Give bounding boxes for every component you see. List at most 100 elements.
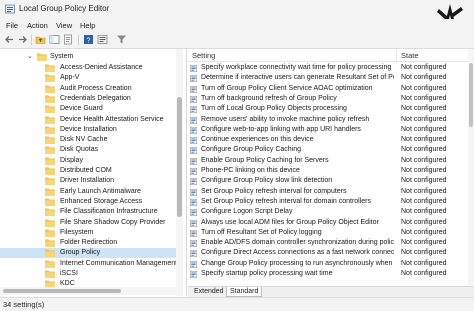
tree-item[interactable]: File Share Shadow Copy Provider [0,218,176,228]
tree-item-label: iSCSI [60,270,78,277]
filter-icon[interactable] [116,34,127,45]
menu-bar: File Action View Help [0,19,474,32]
tree-item[interactable]: Audit Process Creation [0,84,176,94]
menu-file[interactable]: File [6,21,18,30]
policy-setting-icon [190,229,197,237]
list-item[interactable]: Enable AD/DFS domain controller synchron… [188,238,468,248]
export-list-icon[interactable] [63,34,74,45]
list-item[interactable]: Set Group Policy refresh interval for co… [188,187,468,197]
tab-extended[interactable]: Extended [191,287,227,296]
tree-item[interactable]: App-V [0,73,176,83]
list-scroll-thumb[interactable] [469,63,473,127]
tree-hscroll-thumb[interactable] [3,289,121,293]
list-item[interactable]: Turn off Group Policy Client Service AOA… [188,84,468,94]
column-separator[interactable] [396,49,397,61]
tree-item-label: Audit Process Creation [60,84,132,92]
setting-name: Configure Group Policy Caching [201,146,301,154]
tree-item[interactable]: Enhanced Storage Access [0,197,176,207]
folder-icon [37,53,47,61]
list-vertical-scrollbar[interactable] [468,49,474,285]
setting-name: Specify startup policy processing wait t… [201,270,333,277]
tree-item[interactable]: Folder Redirection [0,238,176,248]
help-icon[interactable]: ? [83,34,94,45]
tree-item-label: Filesystem [60,228,94,236]
tree-item[interactable]: Early Launch Antimalware [0,187,176,197]
tab-standard[interactable]: Standard [226,287,263,297]
tree-item[interactable]: Driver Installation [0,176,176,186]
list-item[interactable]: Phone-PC linking on this device Not confi… [188,166,468,176]
policy-setting-icon [190,95,197,103]
folder-icon [45,126,55,134]
tree-item[interactable]: Distributed COM [0,166,176,176]
list-item[interactable]: Specify workplace connectivity wait time… [188,63,468,73]
tree-item[interactable]: iSCSI [0,269,176,279]
list-item[interactable]: Remove users' ability to invoke machine … [188,115,468,125]
list-item[interactable]: Change Group Policy processing to run as… [188,259,468,269]
setting-name: Phone-PC linking on this device [201,167,300,174]
policy-setting-icon [190,137,197,145]
tree-item[interactable]: Disk NV Cache [0,135,176,145]
policy-setting-icon [190,168,197,175]
chevron-down-icon[interactable]: ⌄ [27,53,33,61]
tree-item[interactable]: Group Policy [0,248,176,259]
setting-state: Not configured [401,249,447,257]
list-item[interactable]: Turn off background refresh of Group Pol… [188,94,468,104]
tree-item[interactable]: Filesystem [0,228,176,238]
show-hide-tree-icon[interactable] [49,34,60,45]
setting-state: Not configured [401,239,447,247]
list-item[interactable]: Turn off Resultant Set of Policy logging… [188,228,468,238]
tree-vertical-scrollbar[interactable] [176,49,183,296]
list-item[interactable]: Determine if interactive users can gener… [188,73,468,83]
policy-setting-icon [190,188,197,196]
tree-item-label: Disk NV Cache [60,136,108,144]
view-tabs: Extended Standard [188,286,474,297]
tree-scroll-thumb[interactable] [177,97,182,217]
back-arrow-icon[interactable] [4,34,15,45]
tree-item[interactable]: Disk Quotas [0,145,176,155]
setting-state: Not configured [401,136,447,144]
list-item[interactable]: Turn off Local Group Policy Objects proc… [188,104,468,114]
properties-icon[interactable] [97,34,108,45]
setting-name: Determine if interactive users can gener… [201,74,394,82]
menu-view[interactable]: View [56,21,72,30]
setting-name: Remove users' ability to invoke machine … [201,115,370,123]
list-item[interactable]: Configure Logon Script Delay Not configur… [188,207,468,217]
folder-icon [45,95,55,103]
policy-setting-icon [190,126,197,134]
list-item[interactable]: Configure Group Policy slow link detecti… [188,176,468,186]
tree-item[interactable]: Device Installation [0,125,176,135]
list-item[interactable]: Enable Group Policy Caching for Servers N… [188,156,468,166]
tree-horizontal-scrollbar[interactable] [0,287,176,295]
tree-item[interactable]: Access-Denied Assistance [0,63,176,73]
up-folder-icon[interactable] [35,34,46,45]
tree-item[interactable]: Display [0,156,176,166]
tree-item[interactable]: Credentials Delegation [0,94,176,104]
tree-item[interactable]: Device Health Attestation Service [0,115,176,125]
setting-state: Not configured [401,187,447,195]
list-item[interactable]: Specify startup policy processing wait t… [188,269,468,279]
folder-icon [45,116,55,124]
list-item[interactable]: Configure Direct Access connections as a… [188,248,468,258]
folder-icon [45,157,55,165]
tree-item[interactable]: Internet Communication Management [0,259,177,269]
list-header: Setting State [188,49,468,62]
list-item[interactable]: Continue experiences on this device Not c… [188,135,468,145]
group-policy-app-icon [5,4,15,14]
list-item[interactable]: Set Group Policy refresh interval for do… [188,197,468,207]
tree-item-label: System [50,53,74,60]
column-header-setting[interactable]: Setting [192,51,215,60]
setting-name: Configure web-to-app linking with app UR… [201,125,361,133]
tree-item[interactable]: Device Guard [0,104,176,114]
list-item[interactable]: Always use local ADM files for Group Pol… [188,218,468,228]
tree-item[interactable]: File Classification Infrastructure [0,207,176,217]
menu-help[interactable]: Help [80,21,95,30]
setting-state: Not configured [401,270,447,277]
tree-item-system[interactable]: ⌄ System [0,52,176,62]
menu-action[interactable]: Action [27,21,48,30]
list-item[interactable]: Configure web-to-app linking with app UR… [188,125,468,135]
column-header-state[interactable]: State [401,51,419,60]
setting-name: Turn off background refresh of Group Pol… [201,94,337,102]
list-item[interactable]: Configure Group Policy Caching Not config… [188,145,468,155]
forward-arrow-icon[interactable] [17,34,28,45]
folder-icon [45,105,55,114]
